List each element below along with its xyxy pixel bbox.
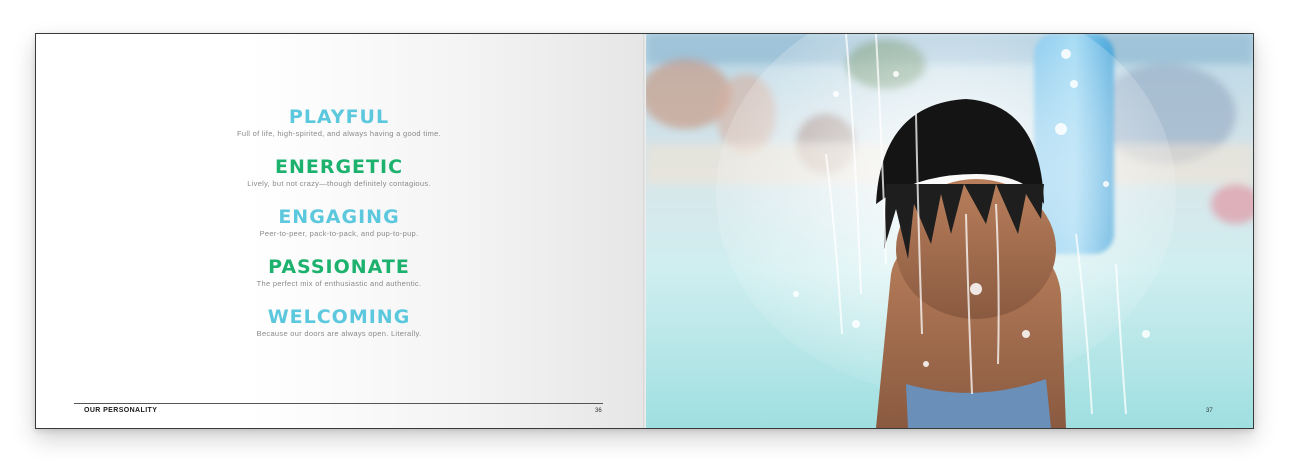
- traits-list: PLAYFUL Full of life, high-spirited, and…: [36, 106, 642, 356]
- trait-title: WELCOMING: [267, 306, 411, 328]
- trait-title: ENERGETIC: [274, 156, 404, 178]
- right-page: 37: [646, 34, 1253, 428]
- trait-title: ENGAGING: [278, 206, 400, 228]
- trait-description: Lively, but not crazy—though definitely …: [247, 179, 431, 188]
- trait-passionate: PASSIONATE The perfect mix of enthusiast…: [36, 256, 642, 306]
- trait-description: Peer-to-peer, pack-to-pack, and pup-to-p…: [259, 229, 419, 238]
- footer-divider: [74, 403, 603, 404]
- trait-description: Full of life, high-spirited, and always …: [236, 129, 442, 138]
- section-footer-title: OUR PERSONALITY: [84, 407, 158, 414]
- trait-playful: PLAYFUL Full of life, high-spirited, and…: [36, 106, 642, 156]
- trait-welcoming: WELCOMING Because our doors are always o…: [36, 306, 642, 356]
- book-spread: PLAYFUL Full of life, high-spirited, and…: [35, 33, 1254, 429]
- trait-description: Because our doors are always open. Liter…: [256, 329, 422, 338]
- page-number-left: 36: [595, 408, 602, 414]
- child-under-water-fountain-photo: [646, 34, 1253, 428]
- trait-title: PLAYFUL: [288, 106, 390, 128]
- page-number-right: 37: [1206, 408, 1213, 414]
- left-page: PLAYFUL Full of life, high-spirited, and…: [36, 34, 643, 428]
- trait-engaging: ENGAGING Peer-to-peer, pack-to-pack, and…: [36, 206, 642, 256]
- trait-title: PASSIONATE: [268, 256, 410, 278]
- trait-description: The perfect mix of enthusiastic and auth…: [256, 279, 422, 288]
- trait-energetic: ENERGETIC Lively, but not crazy—though d…: [36, 156, 642, 206]
